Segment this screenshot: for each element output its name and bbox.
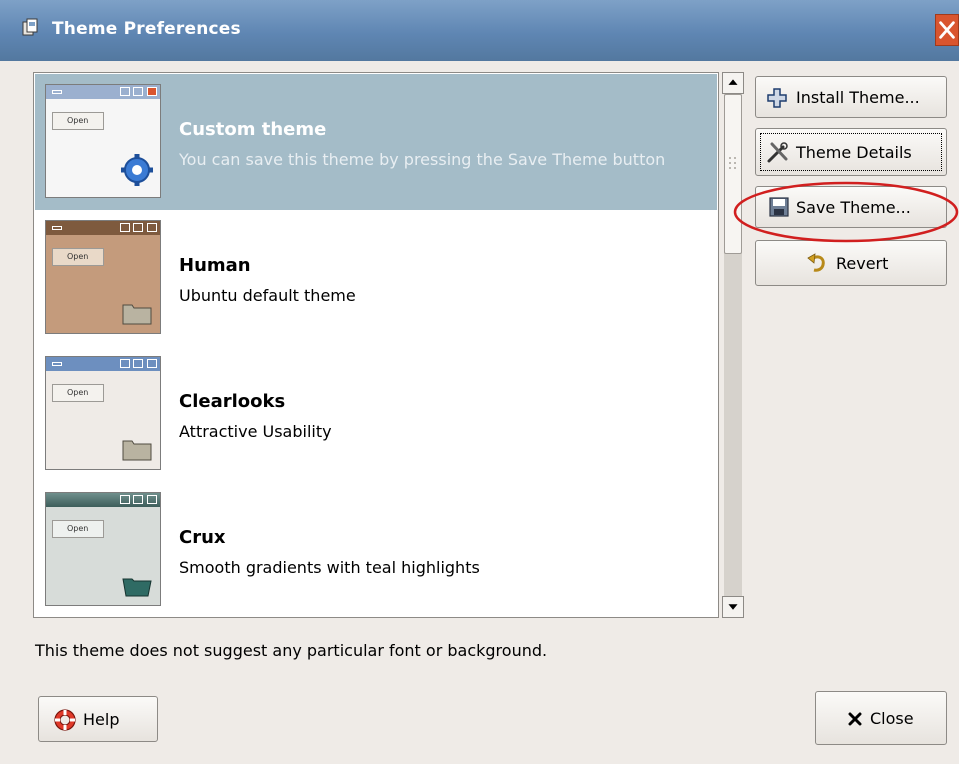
arrow-up-icon [728,79,738,85]
plus-icon [767,88,787,108]
theme-name: Clearlooks [179,391,286,412]
install-theme-button[interactable]: Install Theme... [755,76,947,118]
theme-preferences-window: Theme Preferences Open Custom theme You … [0,0,959,764]
theme-app-icon [22,18,38,36]
thumbnail-open-button: Open [52,112,104,130]
thumbnail-open-button: Open [52,248,104,266]
theme-details-button[interactable]: Theme Details [755,128,947,176]
annotation-circle [733,181,959,243]
title-bar: Theme Preferences [0,0,959,61]
window-title: Theme Preferences [52,19,241,39]
help-label: Help [83,710,120,729]
scroll-down-button[interactable] [722,596,744,618]
theme-thumbnail: Open [45,84,161,198]
x-icon [848,712,862,726]
grip-icon [729,157,736,169]
theme-row-clearlooks[interactable]: Open Clearlooks Attractive Usability [35,346,717,482]
theme-thumbnail: Open [45,492,161,606]
close-label: Close [870,709,914,728]
tools-icon [767,142,788,163]
lifebuoy-icon [54,709,76,731]
undo-arrow-icon [807,253,825,272]
arrow-down-icon [728,604,738,610]
theme-name: Crux [179,527,226,548]
gear-icon [121,154,153,186]
theme-info-text: This theme does not suggest any particul… [35,641,548,660]
close-icon [939,21,955,39]
theme-thumbnail: Open [45,356,161,470]
revert-label: Revert [836,254,889,273]
help-button[interactable]: Help [38,696,158,742]
close-button[interactable]: Close [815,691,947,745]
theme-description: Smooth gradients with teal highlights [179,558,480,577]
install-theme-label: Install Theme... [796,88,920,107]
folder-icon [122,304,152,325]
thumbnail-open-button: Open [52,520,104,538]
theme-list-scrollbar[interactable] [722,72,744,618]
theme-details-label: Theme Details [796,143,912,162]
theme-thumbnail: Open [45,220,161,334]
scroll-up-button[interactable] [722,72,744,94]
theme-description: Attractive Usability [179,422,332,441]
theme-row-crux[interactable]: Open Crux Smooth gradients with teal hig… [35,482,717,617]
theme-description: Ubuntu default theme [179,286,356,305]
theme-description: You can save this theme by pressing the … [179,150,666,169]
theme-row-custom[interactable]: Open Custom theme You can save this them… [35,74,717,210]
theme-name: Human [179,255,251,276]
window-close-button[interactable] [935,14,959,46]
folder-icon [122,440,152,461]
folder-icon [122,578,152,597]
thumbnail-open-button: Open [52,384,104,402]
revert-button[interactable]: Revert [755,240,947,286]
theme-row-human[interactable]: Open Human Ubuntu default theme [35,210,717,346]
theme-list[interactable]: Open Custom theme You can save this them… [33,72,719,618]
theme-name: Custom theme [179,119,327,140]
